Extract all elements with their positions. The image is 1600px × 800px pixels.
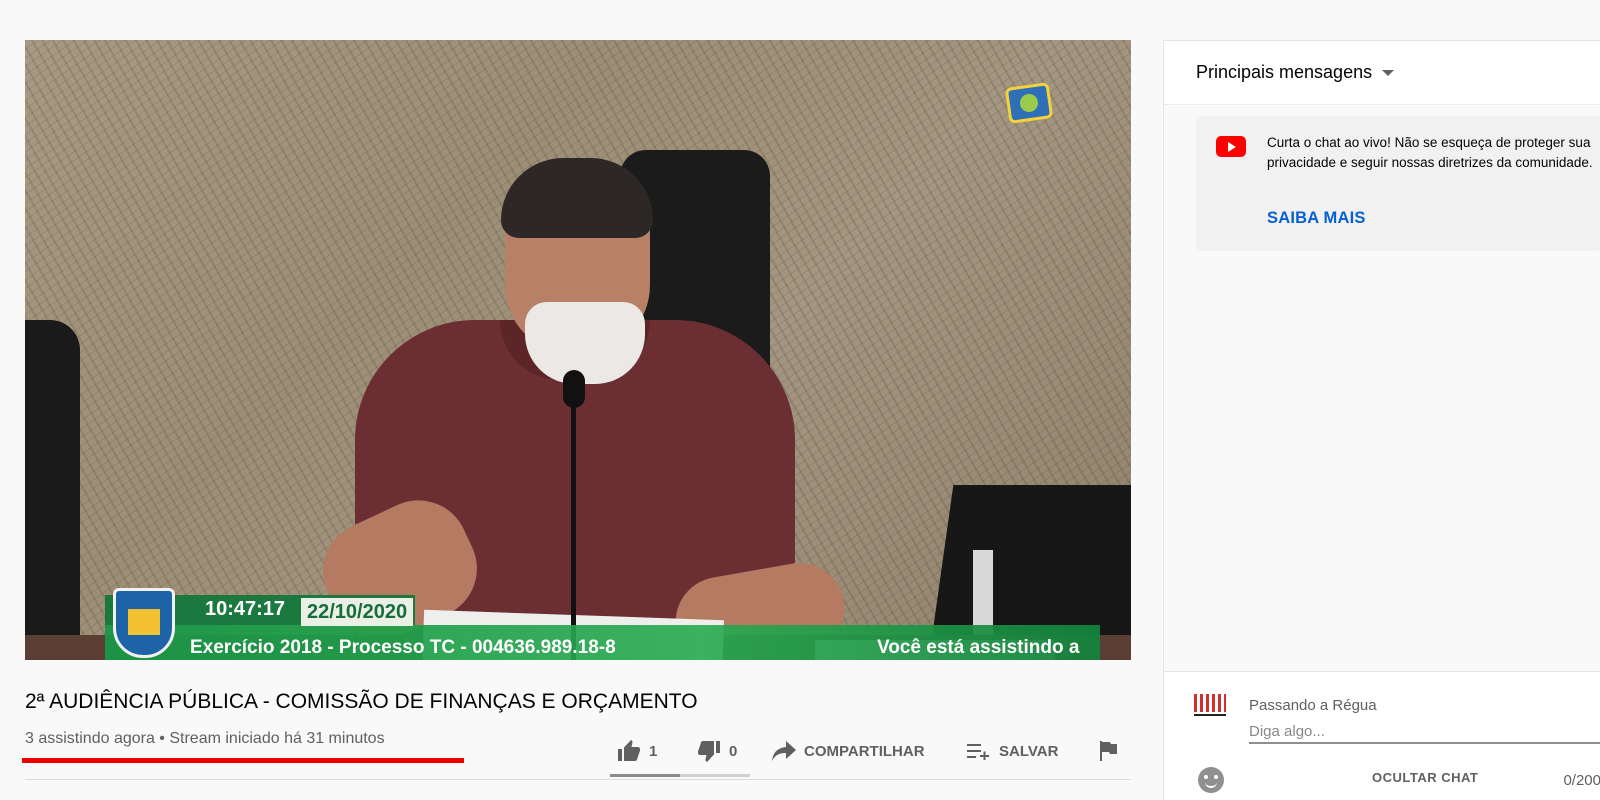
live-chat-panel: Principais mensagens Curta o chat ao viv… bbox=[1163, 40, 1600, 800]
divider bbox=[25, 779, 1131, 780]
dislike-count: 0 bbox=[729, 742, 738, 760]
annotation-underline bbox=[22, 758, 464, 763]
like-icon bbox=[618, 740, 640, 761]
chat-mode-label: Principais mensagens bbox=[1196, 62, 1373, 82]
share-label: COMPARTILHAR bbox=[804, 742, 925, 760]
notice-text: Curta o chat ao vivo! Não se esqueça de … bbox=[1267, 135, 1593, 170]
save-to-playlist-icon bbox=[967, 744, 989, 760]
chat-message-input[interactable] bbox=[1249, 720, 1600, 744]
sentiment-bar-fill bbox=[610, 774, 680, 777]
overlay-process-line: Exercício 2018 - Processo TC - 004636.98… bbox=[190, 637, 616, 658]
save-label: SALVAR bbox=[999, 742, 1059, 760]
microphone-stand bbox=[571, 400, 576, 660]
like-count: 1 bbox=[649, 742, 658, 760]
save-button[interactable]: SALVAR bbox=[967, 737, 1058, 765]
overlay-date: 22/10/2020 bbox=[301, 598, 414, 626]
dropdown-caret-icon bbox=[1382, 69, 1395, 76]
emoji-icon[interactable] bbox=[1198, 767, 1224, 793]
chat-notice: Curta o chat ao vivo! Não se esqueça de … bbox=[1196, 116, 1600, 251]
share-icon bbox=[772, 741, 796, 761]
overlay-ticker: Você está assistindo a bbox=[877, 637, 1080, 658]
face-mask bbox=[525, 302, 645, 384]
video-meta: 3 assistindo agora • Stream iniciado há … bbox=[25, 730, 385, 747]
report-flag-icon bbox=[1100, 741, 1117, 761]
learn-more-link[interactable]: SAIBA MAIS bbox=[1267, 209, 1366, 228]
share-button[interactable]: COMPARTILHAR bbox=[772, 737, 925, 765]
chat-header[interactable]: Principais mensagens bbox=[1164, 41, 1600, 105]
char-counter: 0/200 bbox=[1563, 772, 1600, 789]
microphone-icon bbox=[563, 370, 585, 408]
like-button[interactable]: 1 bbox=[617, 737, 657, 765]
chat-messages: Curta o chat ao vivo! Não se esqueça de … bbox=[1164, 106, 1600, 671]
avatar bbox=[1194, 694, 1226, 726]
dislike-icon bbox=[698, 741, 720, 762]
city-crest-icon bbox=[113, 588, 175, 658]
chair-left bbox=[25, 320, 80, 660]
dislike-button[interactable]: 0 bbox=[697, 737, 737, 765]
youtube-icon bbox=[1216, 136, 1246, 157]
video-player[interactable]: 10:47:17 22/10/2020 Exercício 2018 - Pro… bbox=[25, 40, 1131, 660]
video-title: 2ª AUDIÊNCIA PÚBLICA - COMISSÃO DE FINAN… bbox=[25, 690, 698, 713]
channel-logo-icon bbox=[1004, 82, 1054, 124]
chat-user-name: Passando a Régua bbox=[1249, 697, 1377, 714]
overlay-clock: 10:47:17 bbox=[205, 598, 286, 620]
report-button[interactable] bbox=[1098, 737, 1118, 765]
hide-chat-button[interactable]: OCULTAR CHAT bbox=[1372, 770, 1478, 785]
